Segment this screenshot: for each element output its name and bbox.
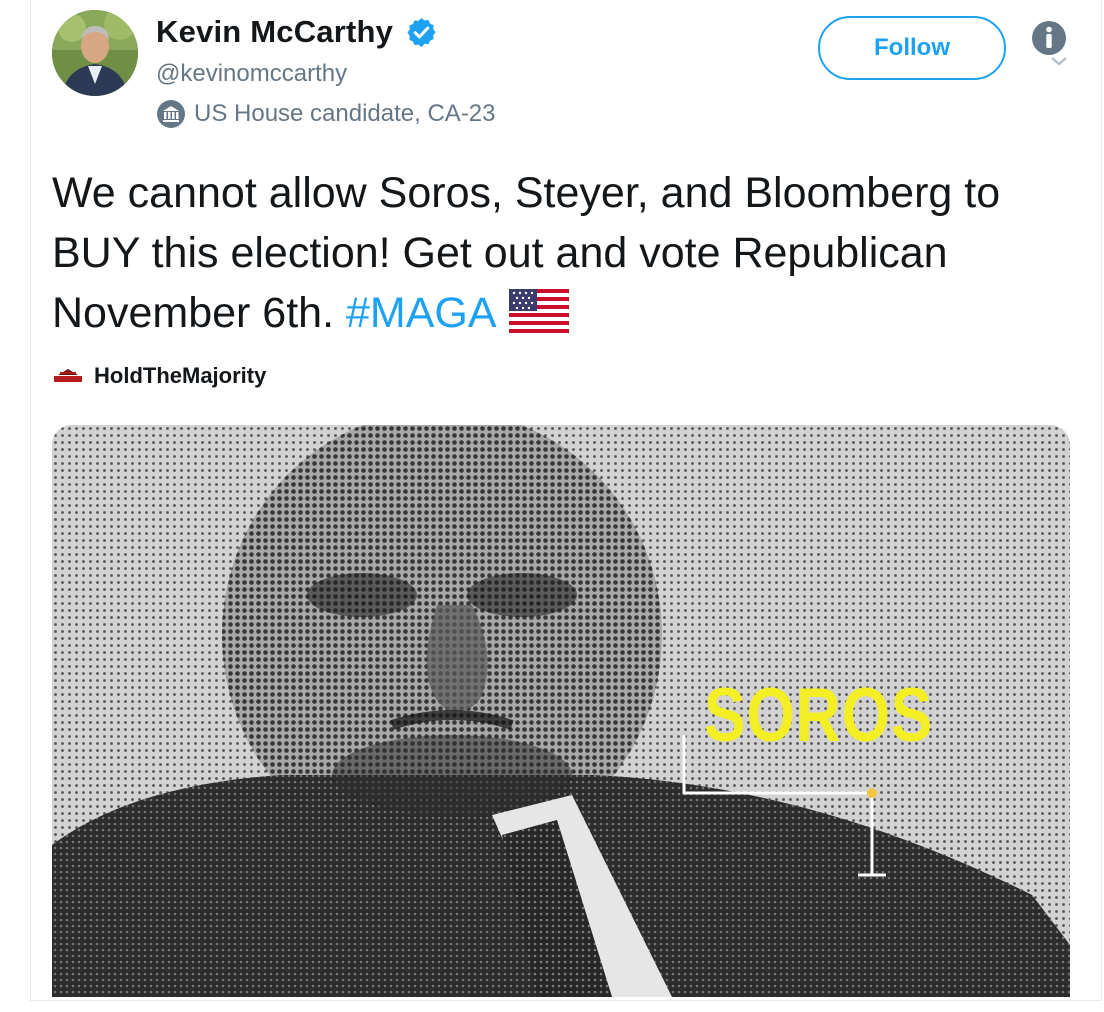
hold-the-majority-logo xyxy=(54,369,82,382)
user-handle[interactable]: @kevinomccarthy xyxy=(156,60,347,88)
media-overlay-text: SOROS xyxy=(704,673,934,758)
us-flag-emoji xyxy=(508,289,569,333)
card-source[interactable]: HoldTheMajority xyxy=(52,362,266,390)
government-building-icon xyxy=(157,100,185,128)
account-label-text: US House candidate, CA-23 xyxy=(194,100,496,127)
info-icon[interactable] xyxy=(1031,20,1067,56)
verified-badge-icon xyxy=(407,18,436,47)
follow-button[interactable]: Follow xyxy=(818,16,1006,80)
account-label: US House candidate, CA-23 xyxy=(156,99,496,129)
hashtag-link[interactable]: #MAGA xyxy=(346,289,497,337)
display-name[interactable]: Kevin McCarthy xyxy=(156,14,393,50)
tweet-text: We cannot allow Soros, Steyer, and Bloom… xyxy=(52,163,1062,343)
chevron-down-icon[interactable] xyxy=(1050,56,1068,66)
card-source-name[interactable]: HoldTheMajority xyxy=(94,363,266,389)
avatar[interactable] xyxy=(52,10,138,96)
